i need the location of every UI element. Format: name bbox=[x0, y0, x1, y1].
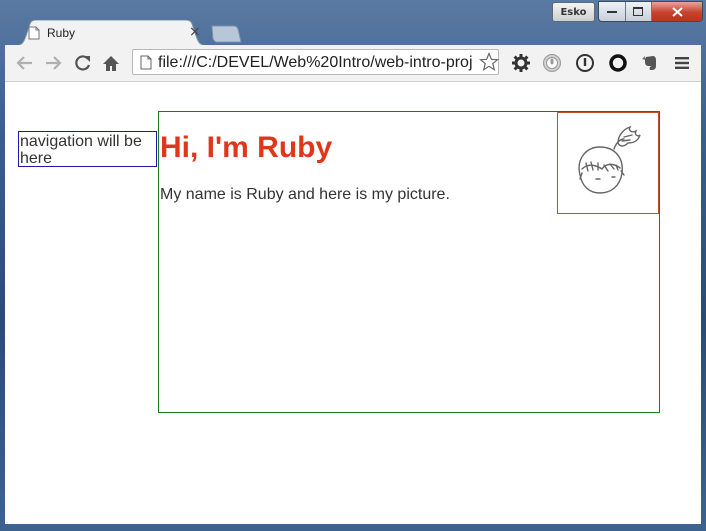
tab-ruby[interactable]: Ruby × bbox=[14, 20, 208, 46]
home-button[interactable] bbox=[101, 53, 121, 73]
browser-toolbar: file:///C:/DEVEL/Web%20Intro/web-intro-p… bbox=[5, 45, 701, 82]
forward-arrow-icon bbox=[46, 56, 62, 70]
new-tab-button[interactable] bbox=[210, 25, 242, 43]
menu-button[interactable] bbox=[672, 53, 692, 73]
tab-close-button[interactable]: × bbox=[189, 25, 201, 39]
home-icon bbox=[103, 55, 119, 71]
menu-icon bbox=[675, 57, 689, 69]
back-button[interactable] bbox=[15, 53, 35, 73]
shield-extension-button[interactable] bbox=[542, 53, 562, 73]
profile-badge[interactable]: Esko bbox=[552, 2, 595, 22]
page-heading: Hi, I'm Ruby bbox=[160, 131, 333, 164]
forward-button[interactable] bbox=[43, 53, 63, 73]
page-viewport: navigation will be here Hi, I'm Ruby My … bbox=[5, 82, 701, 524]
maximize-button[interactable] bbox=[625, 2, 652, 21]
close-window-button[interactable] bbox=[652, 2, 702, 21]
extension-ring-icon bbox=[609, 54, 627, 72]
tab-shape bbox=[14, 20, 208, 46]
reload-button[interactable] bbox=[73, 53, 93, 73]
bookmark-star-icon[interactable] bbox=[479, 52, 499, 72]
profile-picture bbox=[557, 112, 659, 214]
maximize-icon bbox=[633, 7, 644, 16]
page-icon bbox=[140, 55, 152, 70]
minimize-icon bbox=[606, 10, 617, 13]
extension-shield-icon bbox=[543, 54, 561, 72]
address-url[interactable]: file:///C:/DEVEL/Web%20Intro/web-intro-p… bbox=[158, 54, 478, 72]
info-extension-button[interactable] bbox=[575, 53, 595, 73]
address-bar[interactable]: file:///C:/DEVEL/Web%20Intro/web-intro-p… bbox=[132, 49, 499, 75]
ring-extension-button[interactable] bbox=[608, 53, 628, 73]
reload-icon bbox=[75, 55, 91, 71]
close-icon bbox=[671, 6, 683, 17]
navigation-placeholder: navigation will be here bbox=[18, 131, 157, 167]
evernote-icon bbox=[642, 56, 656, 70]
back-arrow-icon bbox=[16, 56, 32, 70]
minimize-button[interactable] bbox=[599, 2, 626, 21]
gear-icon bbox=[512, 54, 530, 72]
window-controls bbox=[598, 1, 703, 22]
extension-circle-icon bbox=[576, 54, 594, 72]
browser-window: Esko Ruby × file:///C:/DEVEL/Web%20Intro… bbox=[0, 0, 706, 531]
intro-text: My name is Ruby and here is my picture. bbox=[160, 186, 450, 203]
settings-extension-button[interactable] bbox=[511, 53, 531, 73]
ruby-avatar-icon bbox=[578, 125, 641, 194]
evernote-button[interactable] bbox=[640, 53, 660, 73]
main-content: Hi, I'm Ruby My name is Ruby and here is… bbox=[158, 111, 660, 413]
tab-title: Ruby bbox=[47, 26, 76, 40]
page-icon bbox=[28, 26, 40, 40]
